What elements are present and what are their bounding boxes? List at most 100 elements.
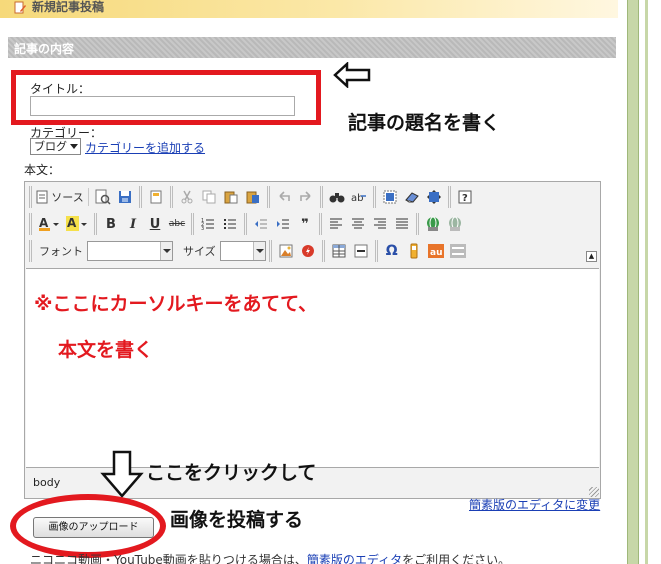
svg-text:au: au (430, 248, 442, 258)
paste-text-button[interactable] (242, 187, 264, 207)
align-center-button[interactable] (347, 214, 369, 234)
svg-text:3: 3 (201, 226, 204, 231)
toolbar-group-find: ab (320, 186, 373, 208)
toolbar-group-clipboard (170, 186, 267, 208)
toolbar-separator (88, 188, 89, 206)
maximize-icon (427, 190, 441, 204)
unlink-button[interactable] (444, 214, 466, 234)
blockquote-button[interactable]: ❞ (294, 214, 316, 234)
au-logo-icon: au (427, 244, 444, 258)
source-button[interactable]: ソース (35, 187, 85, 207)
bg-color-icon: A (66, 216, 87, 231)
outdent-button[interactable] (250, 214, 272, 234)
element-path: body (33, 476, 61, 489)
size-select[interactable] (219, 241, 266, 261)
title-highlight-box (11, 70, 321, 125)
redo-button[interactable] (295, 187, 317, 207)
softbank-logo-icon (449, 244, 466, 258)
cut-button[interactable] (176, 187, 198, 207)
cursor-annotation: ※ここにカーソルキーをあてて、 (34, 293, 318, 315)
help-icon: ? (458, 190, 472, 204)
undo-button[interactable] (273, 187, 295, 207)
body-label: 本文： (24, 163, 61, 177)
text-color-icon: A (39, 216, 59, 231)
insert-image-button[interactable] (275, 241, 297, 261)
remove-format-button[interactable] (401, 187, 423, 207)
toolbar-group-colors: A A (29, 213, 94, 235)
special-char-button[interactable]: Ω (381, 241, 403, 261)
strikethrough-button[interactable]: abc (166, 214, 188, 234)
underline-button[interactable]: U (144, 214, 166, 234)
simple-editor-inline-link[interactable]: 簡素版のエディタ (307, 553, 402, 564)
toolbar-group-style: B I U abc (94, 213, 191, 235)
insert-table-button[interactable] (328, 241, 350, 261)
toolbar-group-indent: ❞ (244, 213, 319, 235)
horizontal-rule-button[interactable] (350, 241, 372, 261)
find-button[interactable] (326, 187, 348, 207)
table-icon (332, 244, 346, 258)
chevron-down-icon (252, 242, 265, 260)
undo-icon (279, 191, 290, 201)
select-all-button[interactable] (379, 187, 401, 207)
bg-color-button[interactable]: A (63, 214, 91, 234)
align-left-icon (330, 218, 342, 229)
chevron-down-icon (70, 144, 78, 149)
preview-button[interactable] (92, 187, 114, 207)
editor-body-area[interactable]: ※ここにカーソルキーをあてて、 本文を書く (26, 268, 599, 468)
bold-button[interactable]: B (100, 214, 122, 234)
outdent-icon (255, 219, 267, 229)
flash-icon (301, 245, 314, 257)
templates-button[interactable] (145, 187, 167, 207)
image-icon (279, 244, 293, 258)
category-selected-value: ブログ (34, 140, 67, 153)
justify-icon (396, 218, 408, 229)
replace-button[interactable]: ab (348, 187, 370, 207)
bulleted-list-icon (224, 219, 236, 229)
save-button[interactable] (114, 187, 136, 207)
page-header: 新規記事投稿 (0, 0, 618, 18)
link-button[interactable] (422, 214, 444, 234)
chevron-down-icon (160, 242, 172, 260)
source-label: ソース (51, 191, 84, 204)
au-emoji-button[interactable]: au (425, 241, 447, 261)
toolbar-group-special: Ω au (374, 240, 472, 262)
maximize-button[interactable] (423, 187, 445, 207)
link-globe-icon (427, 216, 439, 231)
cut-icon (181, 190, 193, 204)
font-select[interactable] (87, 241, 173, 261)
replace-icon: ab (351, 193, 366, 204)
copy-icon (202, 190, 216, 204)
insert-flash-button[interactable] (297, 241, 319, 261)
toolbar-row-2: A A B I U abc 123 ❞ (29, 212, 469, 236)
binoculars-icon (329, 193, 345, 203)
eraser-icon (405, 192, 419, 203)
svg-text:ab: ab (351, 193, 363, 204)
softbank-emoji-button[interactable] (447, 241, 469, 261)
docomo-emoji-button[interactable] (403, 241, 425, 261)
post-annotation: 画像を投稿する (170, 509, 304, 531)
mobile-phone-icon (410, 243, 418, 259)
italic-button[interactable]: I (122, 214, 144, 234)
add-category-link[interactable]: カテゴリーを追加する (85, 139, 205, 156)
simple-editor-link[interactable]: 簡素版のエディタに変更 (469, 496, 600, 513)
image-upload-button[interactable]: 画像のアップロード (33, 517, 154, 538)
size-label: サイズ (183, 245, 216, 258)
bulleted-list-button[interactable] (219, 214, 241, 234)
numbered-list-button[interactable]: 123 (197, 214, 219, 234)
justify-button[interactable] (391, 214, 413, 234)
save-icon (119, 191, 131, 203)
category-select[interactable]: ブログ (30, 138, 81, 155)
body-annotation: 本文を書く (58, 339, 154, 361)
paste-button[interactable] (220, 187, 242, 207)
paste-text-icon (246, 191, 259, 204)
toolbar-collapse-button[interactable]: ▲ (586, 251, 597, 262)
copy-button[interactable] (198, 187, 220, 207)
toolbar-group-align (319, 213, 416, 235)
help-button[interactable]: ? (454, 187, 476, 207)
text-color-button[interactable]: A (35, 214, 63, 234)
indent-button[interactable] (272, 214, 294, 234)
align-right-icon (374, 218, 386, 229)
paste-icon (224, 191, 238, 204)
align-left-button[interactable] (325, 214, 347, 234)
align-right-button[interactable] (369, 214, 391, 234)
